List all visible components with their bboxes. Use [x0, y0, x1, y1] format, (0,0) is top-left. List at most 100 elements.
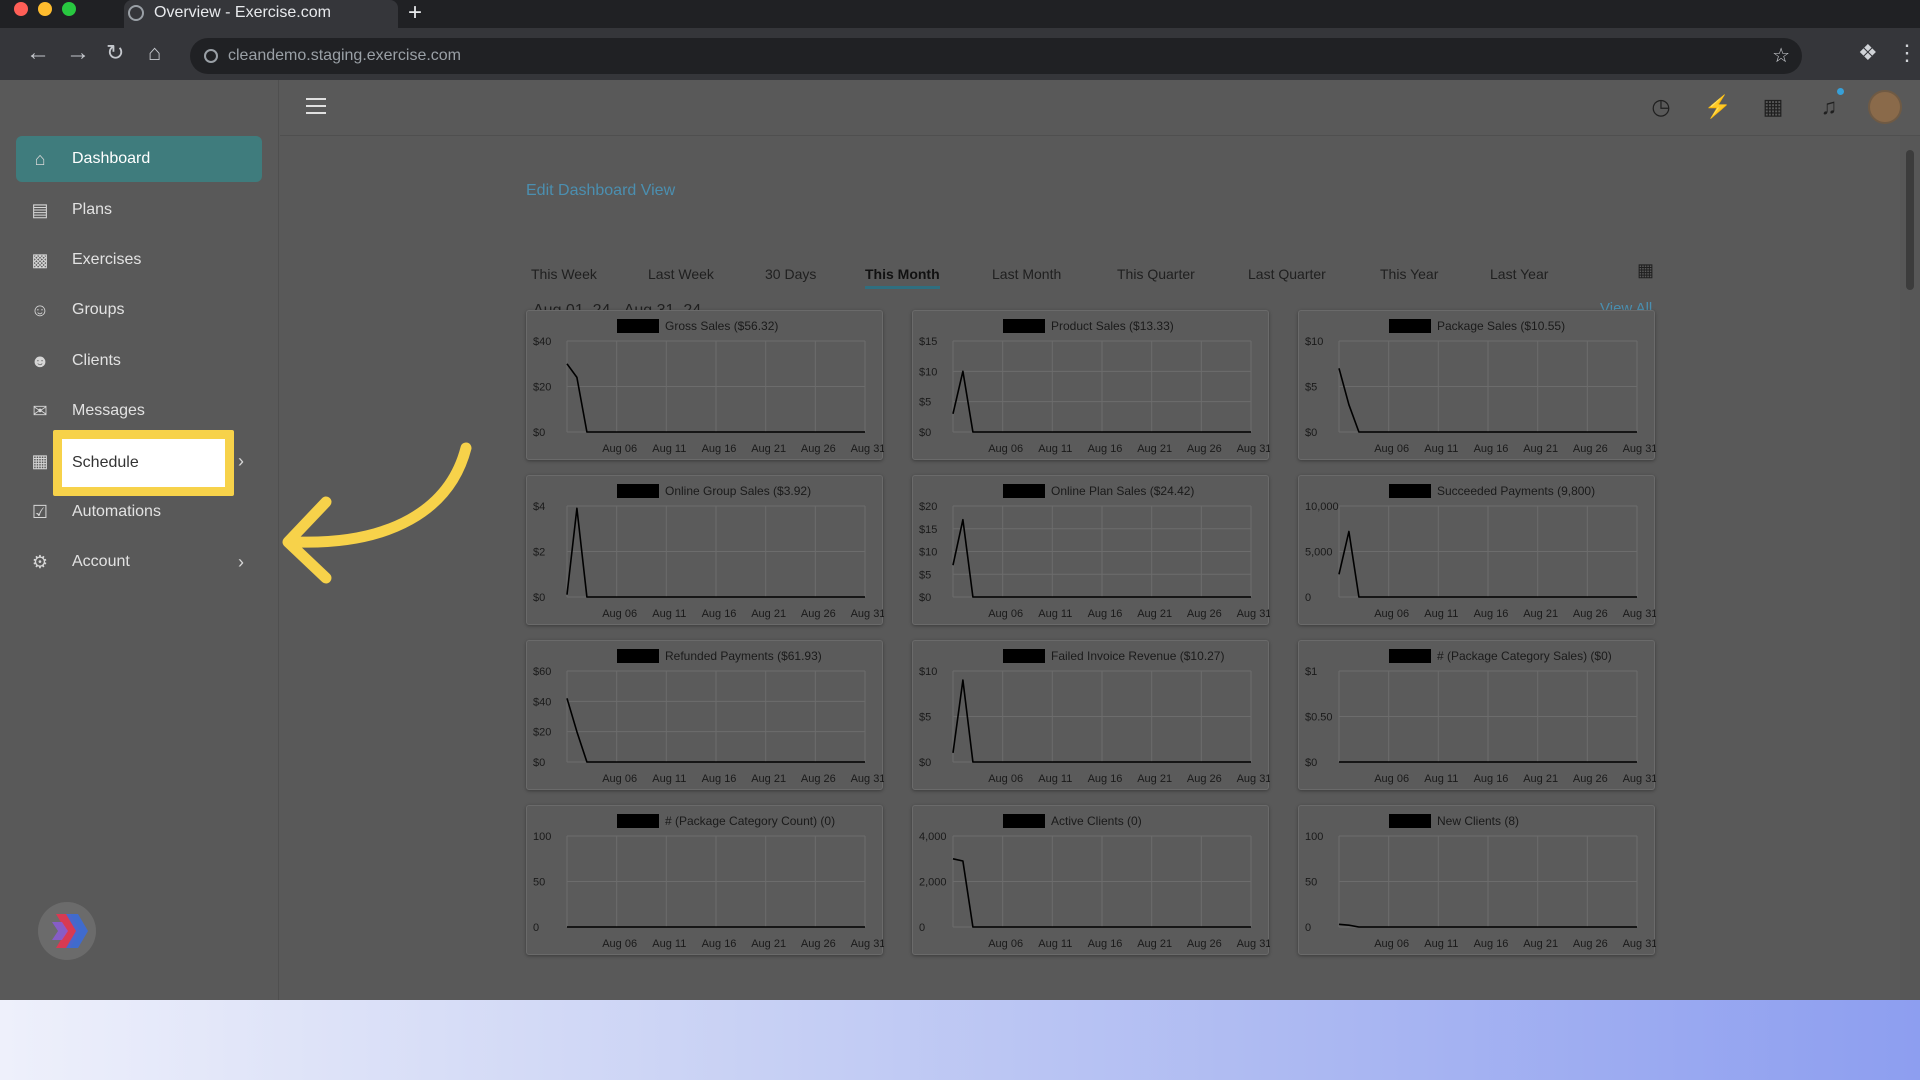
chart-title: Online Plan Sales ($24.42)	[1051, 484, 1194, 498]
scrollbar-thumb[interactable]	[1906, 150, 1914, 290]
chart-card[interactable]: New Clients (8) 0 50 100 Aug 06 Aug 11 Aug 16 A…	[1298, 805, 1656, 955]
x-tick-label: Aug 16	[1088, 938, 1123, 950]
x-tick-label: Aug 11	[1038, 773, 1072, 785]
x-tick-label: Aug 26	[801, 608, 836, 620]
y-tick-label: $10	[919, 666, 937, 678]
sidebar-item-messages[interactable]: ✉ Messages	[16, 388, 262, 434]
x-tick-label: Aug 21	[1523, 773, 1558, 785]
chart-card[interactable]: Package Sales ($10.55) $0 $5 $10 Aug 06 Aug 1…	[1298, 310, 1656, 460]
address-bar[interactable]: cleandemo.staging.exercise.com ☆	[190, 38, 1802, 74]
chart-card[interactable]: Failed Invoice Revenue ($10.27) $0 $5 $10 Au…	[912, 640, 1270, 790]
chart-card[interactable]: # (Package Category Count) (0) 0 50 100 Aug …	[526, 805, 884, 955]
grid-icon[interactable]: ▦	[1760, 94, 1786, 120]
x-tick-label: Aug 21	[1137, 773, 1172, 785]
chart-title: Product Sales ($13.33)	[1051, 319, 1174, 333]
filter-last-quarter[interactable]: Last Quarter	[1248, 266, 1326, 282]
extensions-puzzle-icon[interactable]: ❖	[1858, 40, 1878, 66]
x-tick-label: Aug 21	[1137, 938, 1172, 950]
chart-card[interactable]: Online Group Sales ($3.92) $0 $2 $4 Aug 06 Au…	[526, 475, 884, 625]
sidebar-item-clients[interactable]: ☻ Clients	[16, 338, 262, 384]
x-tick-label: Aug 21	[1137, 608, 1172, 620]
filter-this-month[interactable]: This Month	[865, 266, 940, 289]
sidebar-item-exercises[interactable]: ▩ Exercises	[16, 237, 262, 283]
site-info-icon[interactable]	[204, 49, 218, 63]
browser-tab[interactable]: Overview - Exercise.com	[124, 0, 398, 30]
legend-swatch	[1389, 484, 1431, 498]
x-tick-label: Aug 26	[1573, 938, 1608, 950]
x-tick-label: Aug 11	[652, 938, 686, 950]
app-area: ⌂ Dashboard ▤ Plans ▩ Exercises ☺ Groups…	[0, 80, 1920, 1000]
x-tick-label: Aug 26	[1573, 443, 1608, 455]
sidebar-item-plans[interactable]: ▤ Plans	[16, 187, 262, 233]
y-tick-label: $0	[919, 427, 931, 439]
legend-swatch	[617, 814, 659, 828]
filter-this-year[interactable]: This Year	[1380, 266, 1438, 282]
reload-icon[interactable]: ↻	[106, 38, 124, 68]
checkbox-icon: ☑	[31, 502, 49, 522]
minimize-window-button[interactable]	[38, 2, 52, 16]
calendar-picker-icon[interactable]: ▦	[1637, 260, 1654, 281]
back-arrow-icon[interactable]: ←	[26, 38, 50, 68]
clipboard-icon: ▤	[31, 200, 49, 220]
x-tick-label: Aug 11	[1038, 608, 1072, 620]
home-icon: ⌂	[34, 149, 46, 169]
hamburger-menu-icon[interactable]	[306, 98, 326, 114]
sidebar-item-label: Schedule	[72, 454, 139, 471]
chart-card[interactable]: Active Clients (0) 0 2,000 4,000 Aug 06 Aug 1…	[912, 805, 1270, 955]
browser-menu-icon[interactable]: ⋮	[1896, 40, 1918, 66]
chart-card[interactable]: Online Plan Sales ($24.42) $0 $5 $10 $15 $20 A…	[912, 475, 1270, 625]
edit-dashboard-link[interactable]: Edit Dashboard View	[526, 182, 675, 200]
filter-this-quarter[interactable]: This Quarter	[1117, 266, 1195, 282]
home-icon[interactable]: ⌂	[148, 38, 161, 68]
sidebar-item-account[interactable]: ⚙ Account ›	[16, 539, 262, 585]
lightning-icon[interactable]: ⚡	[1704, 94, 1731, 120]
y-tick-label: $0	[1305, 757, 1317, 769]
chevron-right-icon: ›	[238, 552, 244, 572]
notification-dot	[1837, 88, 1844, 95]
filter-last-year[interactable]: Last Year	[1490, 266, 1548, 282]
bookmark-star-icon[interactable]: ☆	[1772, 38, 1790, 74]
x-tick-label: Aug 31	[851, 773, 884, 785]
avatar[interactable]	[1868, 90, 1902, 124]
filter-last-week[interactable]: Last Week	[648, 266, 714, 282]
chart-card[interactable]: Gross Sales ($56.32) $0 $20 $40 Aug 06 Aug 11…	[526, 310, 884, 460]
x-tick-label: Aug 26	[1573, 608, 1608, 620]
close-window-button[interactable]	[14, 2, 28, 16]
x-tick-label: Aug 06	[602, 608, 637, 620]
chart-card[interactable]: # (Package Category Sales) ($0) $0 $0.50 $1…	[1298, 640, 1656, 790]
forward-arrow-icon[interactable]: →	[66, 38, 90, 68]
sidebar-item-label: Account	[72, 553, 130, 570]
chart-card[interactable]: Refunded Payments ($61.93) $0 $20 $40 $60 Aug…	[526, 640, 884, 790]
y-tick-label: 50	[533, 877, 545, 889]
bell-icon[interactable]: ♫	[1816, 94, 1842, 120]
y-tick-label: $15	[919, 524, 937, 536]
envelope-icon: ✉	[32, 401, 48, 421]
filter-this-week[interactable]: This Week	[531, 266, 597, 282]
legend-swatch	[1003, 814, 1045, 828]
x-tick-label: Aug 31	[851, 443, 884, 455]
zoom-window-button[interactable]	[62, 2, 76, 16]
y-tick-label: $10	[919, 547, 937, 559]
y-tick-label: 4,000	[919, 831, 947, 843]
y-tick-label: 2,000	[919, 877, 947, 889]
sidebar-item-dashboard[interactable]: ⌂ Dashboard	[16, 136, 262, 182]
x-tick-label: Aug 11	[652, 773, 686, 785]
x-tick-label: Aug 16	[1474, 608, 1509, 620]
y-tick-label: $5	[919, 569, 931, 581]
clock-icon[interactable]: ◷	[1648, 94, 1674, 120]
x-tick-label: Aug 16	[1088, 608, 1123, 620]
line-chart: Online Plan Sales ($24.42) $0 $5 $10 $15 $20 A…	[919, 484, 1270, 620]
line-chart: # (Package Category Sales) ($0) $0 $0.50 $1…	[1305, 649, 1656, 785]
chart-card[interactable]: Product Sales ($13.33) $0 $5 $10 $15 Aug 06 Au…	[912, 310, 1270, 460]
y-tick-label: $0	[533, 592, 545, 604]
y-tick-label: $0	[919, 592, 931, 604]
x-tick-label: Aug 21	[751, 773, 786, 785]
chart-card[interactable]: Succeeded Payments (9,800) 0 5,000 10,000 Au…	[1298, 475, 1656, 625]
filter-last-month[interactable]: Last Month	[992, 266, 1061, 282]
schedule-highlight[interactable]: Schedule	[53, 430, 234, 496]
line-chart: Failed Invoice Revenue ($10.27) $0 $5 $10 Au…	[919, 649, 1270, 785]
sidebar-item-groups[interactable]: ☺ Groups	[16, 287, 262, 333]
line-chart: Gross Sales ($56.32) $0 $20 $40 Aug 06 Aug 11…	[533, 319, 884, 455]
new-tab-button[interactable]: +	[408, 0, 422, 26]
filter-30-days[interactable]: 30 Days	[765, 266, 816, 282]
